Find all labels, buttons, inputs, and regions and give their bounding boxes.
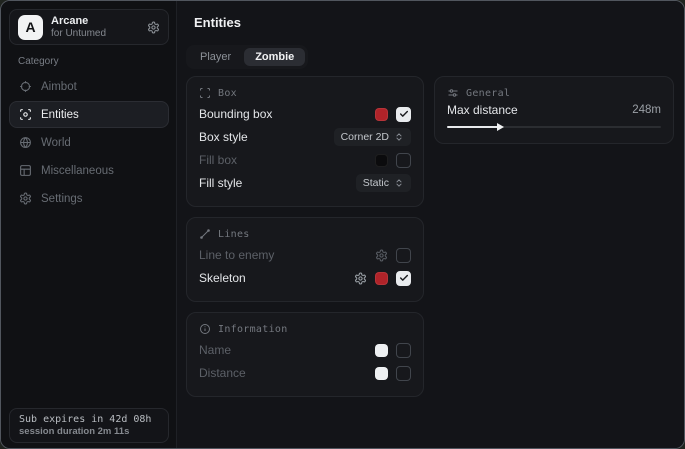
bounding-box-row: Bounding box — [199, 103, 411, 125]
fill-box-row: Fill box — [199, 149, 411, 171]
color-swatch[interactable] — [375, 272, 388, 285]
sidebar-item-label: Miscellaneous — [41, 165, 114, 177]
slider-fill — [447, 126, 501, 128]
chevrons-up-down-icon — [394, 178, 404, 188]
panel-title: General — [466, 88, 510, 99]
fill-box-checkbox[interactable] — [396, 153, 411, 168]
sidebar-item-entities[interactable]: Entities — [9, 101, 169, 128]
name-row: Name — [199, 339, 411, 361]
line-to-enemy-checkbox[interactable] — [396, 248, 411, 263]
name-checkbox[interactable] — [396, 343, 411, 358]
sub-expiry-text: Sub expires in 42d 08h — [19, 414, 159, 425]
slider-thumb[interactable] — [497, 123, 504, 131]
check-icon — [399, 109, 409, 119]
sidebar-item-world[interactable]: World — [9, 129, 169, 156]
row-label: Name — [199, 343, 375, 357]
color-swatch[interactable] — [375, 108, 388, 121]
panel-title: Box — [218, 88, 237, 99]
box-style-select[interactable]: Corner 2D — [334, 128, 411, 146]
information-panel: Information Name Distance — [186, 312, 424, 397]
sidebar-item-miscellaneous[interactable]: Miscellaneous — [9, 157, 169, 184]
subscription-card: Sub expires in 42d 08h session duration … — [9, 408, 169, 443]
gear-icon[interactable] — [375, 249, 388, 262]
distance-row: Distance — [199, 362, 411, 384]
sidebar-item-label: Settings — [41, 193, 83, 205]
max-distance-value: 248m — [632, 104, 661, 116]
page-title: Entities — [194, 15, 241, 30]
gear-icon — [19, 192, 32, 205]
box-panel: Box Bounding box Box style Corne — [186, 76, 424, 207]
gear-icon[interactable] — [147, 21, 160, 34]
app-logo: A — [18, 15, 43, 40]
skeleton-row: Skeleton — [199, 267, 411, 289]
row-label: Fill style — [199, 176, 356, 190]
row-label: Line to enemy — [199, 248, 375, 262]
max-distance-label: Max distance — [447, 103, 632, 117]
sidebar-item-label: Entities — [41, 109, 79, 121]
max-distance-slider[interactable] — [447, 123, 661, 131]
sidebar-item-label: Aimbot — [41, 81, 77, 93]
row-label: Fill box — [199, 153, 375, 167]
brand-card: A Arcane for Untumed — [9, 9, 169, 45]
general-panel: General Max distance 248m — [434, 76, 674, 144]
gear-icon[interactable] — [354, 272, 367, 285]
select-value: Static — [363, 177, 389, 189]
color-swatch[interactable] — [375, 154, 388, 167]
brand-title: Arcane — [51, 15, 139, 28]
sidebar-item-label: World — [41, 137, 71, 149]
chevrons-up-down-icon — [394, 132, 404, 142]
fill-style-select[interactable]: Static — [356, 174, 411, 192]
panel-title: Information — [218, 324, 288, 335]
fill-style-row: Fill style Static — [199, 172, 411, 194]
sidebar-item-aimbot[interactable]: Aimbot — [9, 73, 169, 100]
tab-player[interactable]: Player — [189, 48, 242, 66]
color-swatch[interactable] — [375, 367, 388, 380]
globe-icon — [19, 136, 32, 149]
lines-panel: Lines Line to enemy Skeleton — [186, 217, 424, 302]
panel-title: Lines — [218, 229, 250, 240]
select-value: Corner 2D — [341, 131, 389, 143]
row-label: Distance — [199, 366, 375, 380]
color-swatch[interactable] — [375, 344, 388, 357]
crosshair-icon — [19, 80, 32, 93]
box-style-row: Box style Corner 2D — [199, 126, 411, 148]
app-window: A Arcane for Untumed Category Aimbot Ent… — [0, 0, 685, 449]
info-icon — [199, 323, 211, 335]
sidebar: A Arcane for Untumed Category Aimbot Ent… — [1, 1, 177, 448]
line-icon — [199, 228, 211, 240]
main-content: Entities Player Zombie Box Bounding box — [177, 1, 684, 448]
distance-checkbox[interactable] — [396, 366, 411, 381]
bounding-box-checkbox[interactable] — [396, 107, 411, 122]
sliders-icon — [447, 87, 459, 99]
skeleton-checkbox[interactable] — [396, 271, 411, 286]
check-icon — [399, 273, 409, 283]
brand-subtitle: for Untumed — [51, 28, 139, 40]
entity-tabs: Player Zombie — [186, 45, 308, 69]
sidebar-nav: Aimbot Entities World Miscellaneous Sett… — [9, 73, 169, 212]
category-label: Category — [18, 56, 59, 67]
row-label: Box style — [199, 130, 334, 144]
box-corners-icon — [199, 87, 211, 99]
session-duration-text: session duration 2m 11s — [19, 426, 159, 437]
row-label: Skeleton — [199, 271, 354, 285]
row-label: Bounding box — [199, 107, 375, 121]
layout-icon — [19, 164, 32, 177]
scan-icon — [19, 108, 32, 121]
sidebar-item-settings[interactable]: Settings — [9, 185, 169, 212]
tab-zombie[interactable]: Zombie — [244, 48, 305, 66]
line-to-enemy-row: Line to enemy — [199, 244, 411, 266]
